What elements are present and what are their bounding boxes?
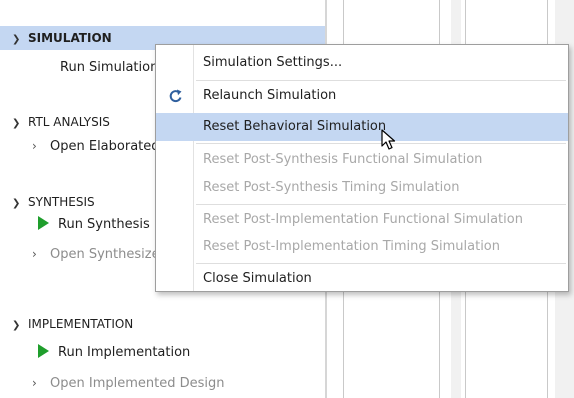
- vivado-flow-window: ❯ SIMULATION Run Simulation ❯ RTL ANALYSIS…: [0, 0, 574, 398]
- section-implementation[interactable]: ❯ IMPLEMENTATION: [0, 312, 133, 336]
- menu-item-label: Reset Post-Implementation Functional Sim…: [203, 212, 523, 227]
- section-synthesis[interactable]: ❯ SYNTHESIS: [0, 190, 95, 214]
- nav-item-label: Run Simulation: [60, 60, 159, 75]
- section-rtl-analysis[interactable]: ❯ RTL ANALYSIS: [0, 110, 110, 134]
- nav-item-label: Run Synthesis: [58, 217, 150, 232]
- nav-item-open-implemented-design[interactable]: › Open Implemented Design: [32, 372, 224, 394]
- chevron-right-icon[interactable]: ›: [32, 372, 50, 394]
- chevron-right-icon[interactable]: ›: [32, 135, 50, 157]
- menu-item-label: Reset Post-Implementation Timing Simulat…: [203, 239, 500, 254]
- nav-item-label: Run Implementation: [58, 345, 191, 360]
- refresh-icon: [169, 89, 182, 103]
- menu-item-label: Reset Post-Synthesis Functional Simulati…: [203, 152, 483, 167]
- menu-item-simulation-settings[interactable]: Simulation Settings...: [156, 49, 568, 77]
- menu-separator: [196, 263, 566, 264]
- section-implementation-label: IMPLEMENTATION: [28, 317, 134, 331]
- chevron-down-icon: ❯: [12, 118, 21, 129]
- chevron-down-icon: ❯: [12, 320, 21, 331]
- nav-item-label: Open Implemented Design: [50, 376, 225, 391]
- nav-item-run-synthesis[interactable]: Run Synthesis: [38, 214, 150, 236]
- chevron-right-icon[interactable]: ›: [32, 243, 50, 265]
- menu-separator: [196, 204, 566, 205]
- menu-item-relaunch-simulation[interactable]: Relaunch Simulation: [156, 82, 568, 110]
- section-simulation-label: SIMULATION: [28, 31, 112, 45]
- menu-item-reset-behavioral-simulation[interactable]: Reset Behavioral Simulation: [156, 113, 568, 141]
- nav-item-run-simulation[interactable]: Run Simulation: [60, 57, 158, 79]
- menu-item-reset-post-implementation-functional[interactable]: Reset Post-Implementation Functional Sim…: [156, 206, 568, 234]
- mouse-pointer-icon: [381, 129, 396, 150]
- context-menu: Simulation Settings... Relaunch Simulati…: [155, 44, 569, 292]
- menu-item-close-simulation[interactable]: Close Simulation: [156, 265, 568, 293]
- section-rtl-analysis-label: RTL ANALYSIS: [28, 115, 110, 129]
- menu-item-reset-post-synthesis-timing[interactable]: Reset Post-Synthesis Timing Simulation: [156, 174, 568, 202]
- nav-item-run-implementation[interactable]: Run Implementation: [38, 342, 190, 364]
- play-icon: [38, 216, 49, 230]
- menu-item-label: Relaunch Simulation: [203, 88, 337, 103]
- menu-item-reset-post-synthesis-functional[interactable]: Reset Post-Synthesis Functional Simulati…: [156, 146, 568, 174]
- menu-item-label: Simulation Settings...: [203, 55, 343, 70]
- chevron-down-icon: ❯: [12, 198, 21, 209]
- menu-item-label: Close Simulation: [203, 271, 312, 286]
- play-icon: [38, 344, 49, 358]
- menu-item-label: Reset Behavioral Simulation: [203, 119, 387, 134]
- menu-item-label: Reset Post-Synthesis Timing Simulation: [203, 180, 460, 195]
- menu-separator: [196, 80, 566, 81]
- menu-item-reset-post-implementation-timing[interactable]: Reset Post-Implementation Timing Simulat…: [156, 233, 568, 261]
- section-synthesis-label: SYNTHESIS: [28, 195, 95, 209]
- chevron-down-icon: ❯: [12, 34, 21, 45]
